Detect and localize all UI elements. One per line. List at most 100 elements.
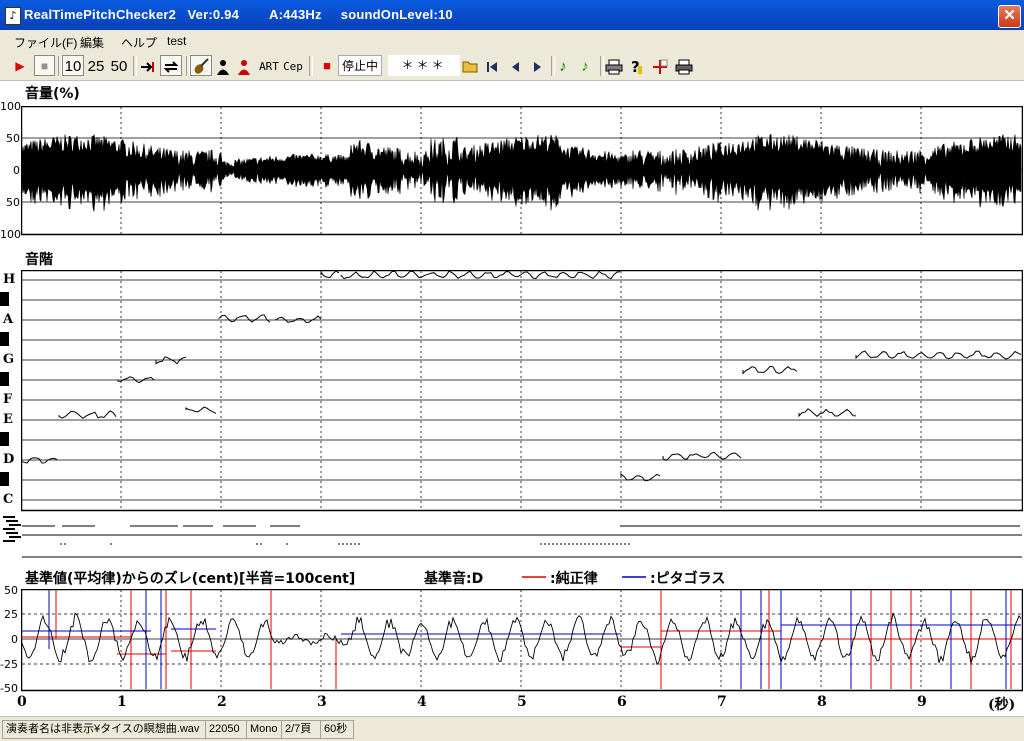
music-note-icon: ♪	[559, 58, 567, 75]
art-button[interactable]: ART	[257, 55, 281, 76]
deviation-y-label: -50	[0, 682, 18, 695]
note-label-g: G	[3, 352, 15, 367]
singer-red-button[interactable]	[234, 55, 254, 76]
note-alt-button[interactable]: ♪	[575, 55, 595, 76]
note-label-e: E	[3, 412, 13, 427]
marker-button[interactable]	[650, 55, 670, 76]
singer-button[interactable]	[213, 55, 233, 76]
menu-file[interactable]: ファイル(F)	[14, 34, 77, 51]
black-key	[0, 292, 9, 306]
jump-end-button[interactable]	[137, 55, 158, 76]
help-icon: ?	[631, 58, 642, 76]
black-key	[0, 372, 9, 386]
help-button[interactable]: ?	[626, 55, 646, 76]
prev-page-button[interactable]	[505, 55, 525, 76]
person-red-icon	[238, 60, 250, 75]
play-button[interactable]: ▶	[10, 55, 30, 76]
status-sample-rate: 22050	[205, 720, 249, 739]
window-title: RealTimePitchChecker2 Ver:0.94 A:443Hz s…	[24, 7, 453, 22]
next-page-icon	[534, 62, 541, 72]
strip-marker	[3, 540, 15, 542]
strip-marker	[9, 524, 21, 526]
note-button[interactable]: ♪	[553, 55, 573, 76]
deviation-y-label: 25	[4, 608, 18, 621]
volume-panel-title: 音量(%)	[25, 86, 80, 102]
close-button[interactable]: ✕	[998, 5, 1021, 28]
status-channels: Mono	[246, 720, 282, 739]
legend-pythagorean-label: :ピタゴラス	[650, 571, 726, 587]
deviation-y-label: -25	[0, 658, 18, 671]
scale-panel-title: 音階	[25, 252, 53, 268]
legend-just-swatch	[522, 576, 546, 578]
open-folder-button[interactable]	[460, 55, 481, 76]
status-duration: 60秒	[320, 720, 354, 739]
toolbar-separator	[309, 56, 313, 76]
note-label-h: H	[3, 272, 16, 287]
volume-y-label: 50	[6, 132, 20, 145]
volume-y-label: 50	[6, 196, 20, 209]
base-note-label: 基準音:D	[424, 571, 484, 587]
music-note-alt-icon: ♪	[581, 58, 589, 75]
menu-help[interactable]: ヘルプ	[121, 34, 157, 51]
note-sequence-strip	[3, 516, 1022, 558]
deviation-y-label: 0	[11, 633, 18, 646]
x-tick-label: 5	[517, 694, 527, 710]
note-label-c: C	[3, 492, 14, 507]
strip-marker	[3, 516, 15, 518]
menu-edit[interactable]: 編集	[80, 34, 104, 51]
menu-bar: ファイル(F) 編集 ヘルプ test	[0, 30, 1024, 52]
stop-button[interactable]: ■	[34, 55, 55, 76]
violin-icon	[194, 58, 209, 74]
loop-button[interactable]	[160, 55, 182, 76]
x-tick-label: 2	[217, 694, 227, 710]
cep-button[interactable]: Cep	[282, 55, 304, 76]
jump-end-icon	[140, 62, 154, 72]
menu-test[interactable]: test	[167, 34, 186, 48]
playback-status: 停止中	[338, 55, 382, 76]
deviation-plot[interactable]	[21, 589, 1023, 692]
x-tick-label: 4	[417, 694, 427, 710]
app-icon: ♪	[5, 7, 21, 25]
toolbar: ▶ ■ 10 25 50 ART Cep ■ 停止中 ＊＊＊ ♪ ♪ ?	[0, 52, 1024, 81]
loop-icon	[163, 61, 179, 73]
rec-indicator: ■	[323, 58, 331, 73]
note-label-a: A	[3, 312, 14, 327]
pitch-scale-plot[interactable]	[21, 270, 1023, 512]
x-tick-label: 7	[717, 694, 727, 710]
speed-25-button[interactable]: 25	[85, 55, 107, 76]
strip-marker	[6, 520, 18, 522]
status-file-name: 演奏者名は非表示¥タイスの瞑想曲.wav	[2, 720, 206, 739]
prev-page-icon	[512, 62, 519, 72]
volume-waveform-plot[interactable]	[21, 106, 1023, 236]
x-tick-label: 9	[917, 694, 927, 710]
black-key	[0, 472, 9, 486]
note-label-f: F	[3, 392, 13, 407]
printer-icon	[605, 59, 622, 75]
status-page: 2/7頁	[281, 720, 323, 739]
next-page-button[interactable]	[528, 55, 548, 76]
x-axis-unit: (秒)	[988, 697, 1016, 713]
violin-button[interactable]	[190, 55, 212, 76]
detected-note-display: ＊＊＊	[388, 55, 460, 76]
printer-alt-icon	[675, 59, 692, 75]
marker-icon	[653, 59, 668, 74]
legend-just-label: :純正律	[550, 571, 598, 587]
strip-marker	[6, 532, 18, 534]
strip-marker	[9, 536, 21, 538]
x-tick-label: 6	[617, 694, 627, 710]
first-page-button[interactable]	[482, 55, 502, 76]
x-tick-label: 8	[817, 694, 827, 710]
legend-pythagorean-swatch	[622, 576, 646, 578]
print-alt-button[interactable]	[673, 55, 694, 76]
status-bar: 演奏者名は非表示¥タイスの瞑想曲.wav 22050 Mono 2/7頁 60秒	[0, 716, 1024, 741]
strip-marker	[3, 528, 15, 530]
volume-y-label-bottom: 100	[0, 228, 21, 241]
speed-50-button[interactable]: 50	[108, 55, 130, 76]
volume-y-label-top: 100	[0, 100, 21, 113]
folder-open-icon	[462, 61, 477, 73]
speed-10-button[interactable]: 10	[62, 55, 84, 76]
person-icon	[217, 60, 229, 75]
black-key	[0, 432, 9, 446]
volume-y-label-zero: 0	[13, 164, 20, 177]
print-button[interactable]	[603, 55, 624, 76]
